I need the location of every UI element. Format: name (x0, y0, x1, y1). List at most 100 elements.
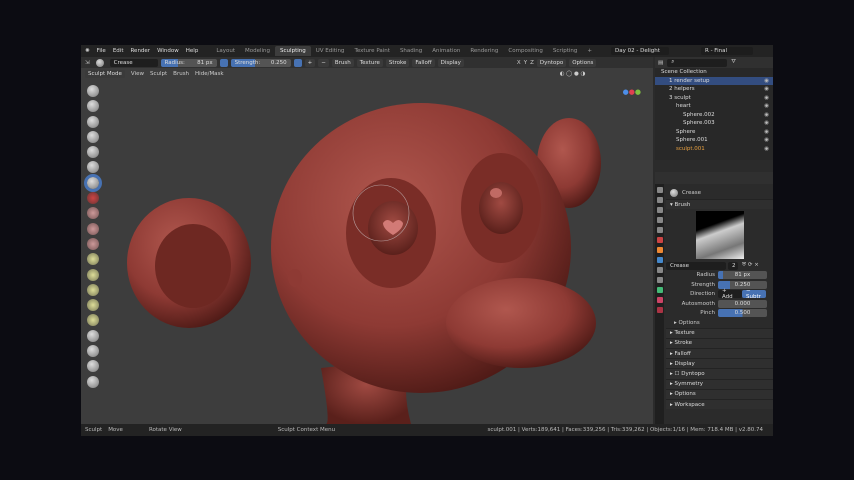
pinch-brush-icon[interactable] (87, 253, 99, 266)
brush-preview-icon[interactable] (95, 58, 104, 67)
brush-panel-header[interactable]: ▾ Brush (666, 199, 773, 210)
blender-logo-icon[interactable]: ✺ (85, 48, 90, 54)
outliner-item[interactable]: Sphere ◉ (655, 128, 773, 137)
thumb-brush-icon[interactable] (87, 299, 99, 312)
visibility-eye-icon[interactable]: ◉ (764, 78, 769, 84)
dyntopo-dropdown[interactable]: Dyntopo (536, 58, 567, 67)
editor-type-icon[interactable]: ▤ (658, 60, 663, 66)
tab-sculpting[interactable]: Sculpting (275, 46, 311, 56)
brush-preview[interactable] (666, 209, 773, 261)
brush-datablock-name[interactable]: Crease (666, 261, 726, 270)
tab-shading[interactable]: Shading (395, 46, 427, 56)
scrape-brush-icon[interactable] (87, 237, 99, 250)
brush-dropdown[interactable]: Brush (331, 58, 354, 67)
menu-help[interactable]: Help (186, 48, 199, 54)
visibility-eye-icon[interactable]: ◉ (764, 137, 769, 143)
box-mask-icon[interactable] (87, 360, 99, 373)
tab-modeling[interactable]: Modeling (240, 46, 275, 56)
shading-modes[interactable]: ◐ ◯ ● ◑ (560, 71, 586, 77)
texture-dropdown[interactable]: Texture (356, 58, 383, 67)
stroke-dropdown[interactable]: Stroke (385, 58, 410, 67)
view-layer-selector[interactable]: R - Final (701, 47, 753, 55)
output-tab-icon[interactable] (656, 207, 663, 213)
crease-brush-icon[interactable] (84, 173, 102, 192)
layer-brush-icon[interactable] (87, 130, 99, 143)
menu-hide-mask[interactable]: Hide/Mask (195, 71, 224, 77)
tab-uv-editing[interactable]: UV Editing (311, 46, 350, 56)
snake-hook-icon[interactable] (87, 283, 99, 296)
data-tab-icon[interactable] (656, 287, 663, 293)
fill-brush-icon[interactable] (87, 222, 99, 235)
visibility-eye-icon[interactable]: ◉ (764, 103, 769, 109)
object-tab-icon[interactable] (656, 247, 663, 253)
navigation-gizmo[interactable]: ●●● (623, 88, 641, 96)
panel-display[interactable]: ▸ Display (666, 358, 773, 369)
panel-falloff[interactable]: ▸ Falloff (666, 348, 773, 359)
clay-strips-icon[interactable] (87, 115, 99, 128)
menu-edit[interactable]: Edit (113, 48, 124, 54)
panel-stroke[interactable]: ▸ Stroke (666, 337, 773, 349)
world-tab-icon[interactable] (656, 237, 663, 243)
panel-dyntopo[interactable]: ▸ ☐ Dyntopo (666, 368, 773, 379)
menu-file[interactable]: File (97, 48, 106, 54)
mode-selector[interactable]: Sculpt Mode (85, 69, 125, 78)
tool-tab-icon[interactable] (656, 187, 663, 193)
nudge-brush-icon[interactable] (87, 314, 99, 327)
add-workspace-button[interactable]: + (582, 46, 597, 56)
clay-brush-icon[interactable] (87, 100, 99, 113)
options-dropdown[interactable]: Options (569, 58, 597, 67)
tab-layout[interactable]: Layout (211, 46, 240, 56)
mask-brush-icon[interactable] (87, 345, 99, 358)
tool-icon[interactable]: ⇲ (85, 60, 90, 66)
physics-tab-icon[interactable] (656, 277, 663, 283)
tab-rendering[interactable]: Rendering (465, 46, 503, 56)
outliner-item[interactable]: Sphere.002 ◉ (655, 111, 773, 120)
outliner-item[interactable]: Sphere.003 ◉ (655, 119, 773, 128)
add-direction-button[interactable]: + (304, 58, 316, 67)
symmetry-z-toggle[interactable]: Z (530, 60, 534, 66)
inflate-brush-icon[interactable] (87, 146, 99, 159)
outliner-item[interactable]: sculpt.001 ◉ (655, 145, 773, 154)
display-dropdown[interactable]: Display (437, 58, 464, 67)
outliner-search[interactable]: ⌕ (667, 58, 728, 67)
setting-slider[interactable]: 0.500 (718, 309, 767, 318)
visibility-eye-icon[interactable]: ◉ (764, 86, 769, 92)
visibility-eye-icon[interactable]: ◉ (764, 129, 769, 135)
annotate-icon[interactable] (87, 375, 99, 388)
smooth-brush-icon[interactable] (87, 192, 99, 205)
panel-options[interactable]: ▸ Options (666, 388, 773, 399)
grab-brush-icon[interactable] (87, 268, 99, 281)
outliner-item[interactable]: Sphere.001 ◉ (655, 136, 773, 145)
radius-field[interactable]: Radius: 81 px (160, 58, 217, 67)
visibility-eye-icon[interactable]: ◉ (764, 95, 769, 101)
brush-name-field[interactable]: Crease (109, 58, 158, 67)
visibility-eye-icon[interactable]: ◉ (764, 112, 769, 118)
menu-window[interactable]: Window (157, 48, 179, 54)
tab-compositing[interactable]: Compositing (503, 46, 547, 56)
symmetry-x-toggle[interactable]: X (517, 60, 521, 66)
direction-add-button[interactable]: + Add (718, 288, 742, 300)
tab-texture-paint[interactable]: Texture Paint (349, 46, 395, 56)
radius-pressure-toggle[interactable] (219, 58, 228, 67)
setting-slider[interactable]: 81 px (718, 271, 767, 280)
panel-symmetry[interactable]: ▸ Symmetry (666, 378, 773, 389)
panel-workspace[interactable]: ▸ Workspace (666, 399, 773, 410)
3d-viewport[interactable]: ●●● (81, 68, 653, 424)
fake-user-icon[interactable]: ⛨ ⟳ × (742, 262, 759, 269)
symmetry-y-toggle[interactable]: Y (524, 60, 527, 66)
setting-slider[interactable]: 0.000 (718, 299, 767, 308)
material-tab-icon[interactable] (656, 297, 663, 303)
menu-render[interactable]: Render (130, 48, 150, 54)
falloff-dropdown[interactable]: Falloff (412, 58, 435, 67)
outliner-scene-collection[interactable]: Scene Collection (655, 68, 773, 77)
outliner-item[interactable]: 1 render setup ◉ (655, 76, 773, 85)
outliner-item[interactable]: 2 helpers ◉ (655, 85, 773, 94)
direction-subtract-button[interactable]: − Subtr (742, 288, 766, 300)
outliner-item[interactable]: 3 sculpt ◉ (655, 94, 773, 103)
filter-icon[interactable]: ⛛ (731, 59, 736, 66)
rotate-brush-icon[interactable] (87, 329, 99, 342)
texture-tab-icon[interactable] (656, 307, 663, 313)
blob-brush-icon[interactable] (87, 161, 99, 174)
menu-view[interactable]: View (131, 71, 144, 77)
particles-tab-icon[interactable] (656, 267, 663, 273)
